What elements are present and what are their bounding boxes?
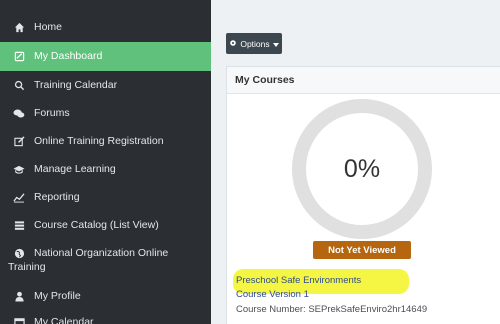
sidebar-item-manage-learning[interactable]: Manage Learning xyxy=(0,162,211,176)
course-number: Course Number: SEPrekSafeEnviro2hr14649 xyxy=(236,304,428,315)
graduation-cap-icon xyxy=(12,162,26,176)
progress-percent: 0% xyxy=(343,154,381,183)
sidebar-item-label: Online Training Registration xyxy=(34,135,164,147)
sidebar-item-label: Manage Learning xyxy=(34,163,116,175)
gear-icon xyxy=(229,39,237,49)
my-courses-panel: My Courses 0% Not Yet Viewed Preschool S… xyxy=(226,66,500,324)
sidebar-item-forums[interactable]: Forums xyxy=(0,106,211,120)
home-icon xyxy=(12,20,26,34)
panel-title: My Courses xyxy=(227,67,500,94)
sidebar-item-label: Home xyxy=(34,21,63,33)
sidebar-item-national-organization-online-training[interactable]: National Organization Online Training xyxy=(0,246,211,274)
status-badge: Not Yet Viewed xyxy=(313,241,411,259)
course-name-link[interactable]: Preschool Safe Environments xyxy=(236,275,361,286)
sidebar-item-label: My Profile xyxy=(34,290,81,302)
sidebar-item-online-training-registration[interactable]: Online Training Registration xyxy=(0,134,211,148)
dashboard-icon xyxy=(12,49,26,63)
sidebar-item-my-calendar[interactable]: My Calendar xyxy=(0,315,211,324)
options-button[interactable]: Options xyxy=(226,33,282,54)
user-icon xyxy=(12,289,26,303)
chart-line-icon xyxy=(12,190,26,204)
forums-icon xyxy=(12,106,26,120)
globe-icon xyxy=(12,246,26,260)
sidebar-item-label: My Calendar xyxy=(34,316,94,324)
sidebar-item-reporting[interactable]: Reporting xyxy=(0,190,211,204)
sidebar-item-label: Reporting xyxy=(34,191,80,203)
sidebar-item-label: Course Catalog (List View) xyxy=(34,219,159,231)
sidebar-item-training-calendar[interactable]: Training Calendar xyxy=(0,78,211,92)
sidebar-item-label: Training Calendar xyxy=(34,79,118,91)
sidebar-item-label: National Organization Online xyxy=(34,247,169,259)
sidebar-item-home[interactable]: Home xyxy=(0,20,211,34)
course-version: Course Version 1 xyxy=(236,289,309,300)
sidebar-item-my-profile[interactable]: My Profile xyxy=(0,289,211,303)
caret-down-icon xyxy=(272,39,279,49)
calendar-icon xyxy=(12,315,26,324)
sidebar-item-label: Forums xyxy=(34,107,70,119)
sidebar-item-label-continued: Training xyxy=(8,261,46,273)
edit-icon xyxy=(12,134,26,148)
sidebar: Home My Dashboard Training Calendar Foru… xyxy=(0,0,211,324)
list-icon xyxy=(12,218,26,232)
options-label: Options xyxy=(240,38,270,49)
sidebar-item-my-dashboard[interactable]: My Dashboard xyxy=(0,42,211,71)
sidebar-item-course-catalog[interactable]: Course Catalog (List View) xyxy=(0,218,211,232)
sidebar-item-label: My Dashboard xyxy=(34,50,103,62)
search-icon xyxy=(12,78,26,92)
main-content: Options My Courses 0% Not Yet Viewed Pre… xyxy=(211,0,500,324)
